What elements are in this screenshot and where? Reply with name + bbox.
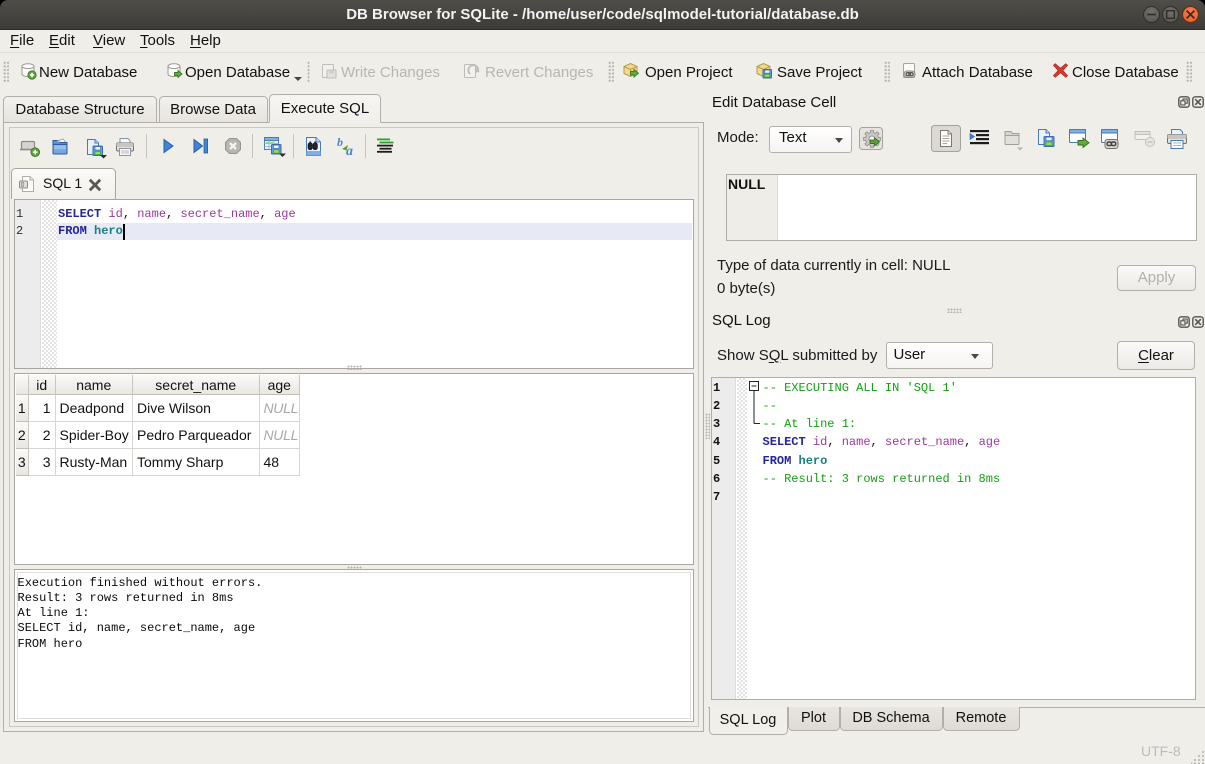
svg-text:b: b — [337, 136, 343, 149]
